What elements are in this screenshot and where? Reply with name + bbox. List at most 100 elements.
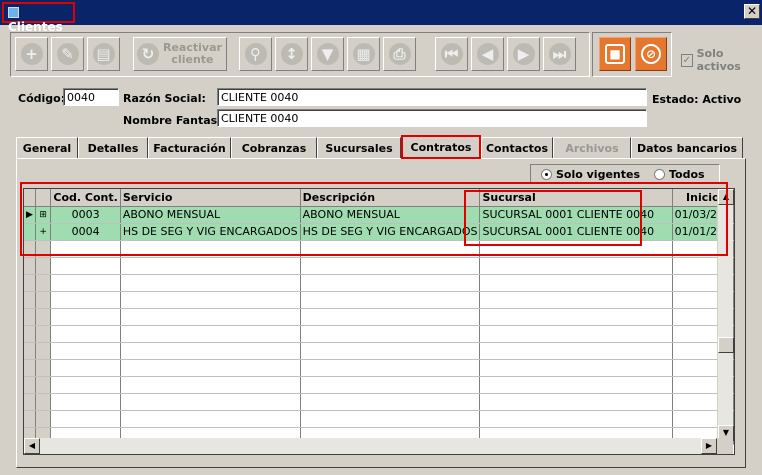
- tab-contratos[interactable]: Contratos: [401, 135, 481, 159]
- sort-button[interactable]: ↕: [275, 37, 308, 71]
- empty-row: [24, 359, 734, 377]
- scroll-up-icon[interactable]: ▲: [718, 189, 734, 205]
- nombre-fantasia-field[interactable]: CLIENTE 0040: [217, 109, 647, 127]
- col-sucursal[interactable]: Sucursal: [479, 189, 673, 207]
- empty-row: [24, 410, 734, 428]
- save-button[interactable]: ■: [599, 37, 631, 71]
- contratos-table: Cod. Cont. Servicio Descripción Sucursal…: [24, 189, 734, 445]
- contratos-grid[interactable]: Cod. Cont. Servicio Descripción Sucursal…: [23, 188, 735, 455]
- add-button[interactable]: +: [15, 37, 48, 71]
- empty-row: [24, 393, 734, 411]
- vigencia-filter: Solo vigentes Todos: [530, 164, 720, 184]
- tab-archivos: Archivos: [553, 137, 631, 159]
- cell-cod: 0004: [50, 223, 121, 241]
- pencil-icon: ✎: [56, 43, 79, 65]
- current-row-icon: ▶: [24, 206, 36, 224]
- solo-vigentes-radio[interactable]: Solo vigentes: [541, 168, 640, 181]
- empty-row: [24, 376, 734, 394]
- edit-button[interactable]: ✎: [51, 37, 84, 71]
- todos-radio[interactable]: Todos: [654, 168, 705, 181]
- empty-row: [24, 342, 734, 360]
- table-header-row: Cod. Cont. Servicio Descripción Sucursal…: [24, 189, 734, 207]
- expand-header: [35, 189, 52, 207]
- cancel-button[interactable]: ⊘: [635, 37, 667, 71]
- tab-general[interactable]: General: [16, 137, 78, 159]
- empty-row: [24, 325, 734, 343]
- toolbar: + ✎ ▤ ↻ Reactivar cliente ⚲ ↕ ▼ ▦ ⎙ ⏮ ◀ ▶…: [10, 32, 590, 77]
- col-cod-cont[interactable]: Cod. Cont.: [50, 189, 121, 207]
- report-button[interactable]: ▦: [347, 37, 380, 71]
- radio-unselected-icon: [654, 168, 666, 180]
- expand-icon[interactable]: ⊞: [35, 206, 52, 224]
- scroll-thumb[interactable]: [718, 337, 734, 353]
- codigo-field[interactable]: 0040: [63, 88, 119, 106]
- empty-row: [24, 291, 734, 309]
- razon-social-field[interactable]: CLIENTE 0040: [217, 88, 647, 106]
- tab-sucursales[interactable]: Sucursales: [317, 137, 401, 159]
- refresh-icon: ↻: [137, 43, 159, 65]
- tab-contactos[interactable]: Contactos: [481, 137, 553, 159]
- print-button[interactable]: ⎙: [383, 37, 416, 71]
- first-record-button[interactable]: ⏮: [435, 37, 468, 71]
- empty-row: [24, 274, 734, 292]
- cell-descripcion: ABONO MENSUAL: [300, 206, 481, 224]
- cell-servicio: HS DE SEG Y VIG ENCARGADOS: [120, 223, 301, 241]
- report-icon: ▦: [352, 43, 375, 65]
- solo-vigentes-label: Solo vigentes: [556, 167, 641, 181]
- save-icon: ■: [605, 44, 625, 64]
- window-title: Clientes: [2, 2, 75, 34]
- table-row[interactable]: ▶ ⊞ 0003 ABONO MENSUAL ABONO MENSUAL SUC…: [24, 206, 734, 224]
- first-icon: ⏮: [440, 43, 463, 65]
- table-row[interactable]: + 0004 HS DE SEG Y VIG ENCARGADOS HS DE …: [24, 223, 734, 241]
- vertical-scrollbar[interactable]: ▲ ▼: [717, 189, 734, 441]
- col-descripcion[interactable]: Descripción: [300, 189, 481, 207]
- horizontal-scrollbar[interactable]: ◀ ▶: [24, 438, 717, 454]
- last-record-button[interactable]: ⏭: [543, 37, 576, 71]
- row-indicator: [24, 223, 36, 241]
- title-bar: Clientes ✕: [0, 0, 762, 34]
- scroll-right-icon[interactable]: ▶: [701, 438, 717, 454]
- solo-activos-checkbox[interactable]: ✓ Solo activos: [681, 47, 762, 73]
- radio-selected-icon: [541, 168, 552, 180]
- scroll-left-icon[interactable]: ◀: [24, 438, 40, 454]
- close-button[interactable]: ✕: [744, 4, 760, 19]
- last-icon: ⏭: [548, 43, 571, 65]
- cancel-icon: ⊘: [641, 44, 661, 64]
- scroll-corner: [717, 438, 733, 454]
- next-icon: ▶: [512, 43, 535, 65]
- estado-label: Estado: Activo: [652, 93, 742, 106]
- prev-record-button[interactable]: ◀: [471, 37, 504, 71]
- todos-label: Todos: [669, 167, 705, 181]
- plus-icon: +: [20, 43, 43, 65]
- magnifier-icon: ⚲: [244, 43, 267, 65]
- document-icon: ▤: [92, 43, 115, 65]
- razon-social-label: Razón Social:: [123, 92, 206, 105]
- action-toolbar: ■ ⊘: [592, 32, 672, 77]
- printer-icon: ⎙: [388, 43, 411, 65]
- cell-cod: 0003: [50, 206, 121, 224]
- search-button[interactable]: ⚲: [239, 37, 272, 71]
- tab-strip: General Detalles Facturación Cobranzas S…: [16, 135, 746, 159]
- sort-az-icon: ↕: [280, 43, 303, 65]
- app-icon: [8, 7, 19, 18]
- empty-row: [24, 240, 734, 258]
- checkbox-checked-icon: ✓: [681, 53, 693, 67]
- cliente-label: cliente: [171, 53, 214, 66]
- cell-sucursal: SUCURSAL 0001 CLIENTE 0040: [479, 206, 673, 224]
- delete-button[interactable]: ▤: [87, 37, 120, 71]
- tab-datos-bancarios[interactable]: Datos bancarios: [631, 137, 743, 159]
- tab-cobranzas[interactable]: Cobranzas: [231, 137, 317, 159]
- filter-button[interactable]: ▼: [311, 37, 344, 71]
- tab-facturacion[interactable]: Facturación: [148, 137, 231, 159]
- tab-detalles[interactable]: Detalles: [78, 137, 148, 159]
- reactivar-cliente-button[interactable]: ↻ Reactivar cliente: [133, 37, 227, 71]
- solo-activos-label: Solo activos: [696, 47, 741, 73]
- cell-sucursal: SUCURSAL 0001 CLIENTE 0040: [479, 223, 673, 241]
- next-record-button[interactable]: ▶: [507, 37, 540, 71]
- col-servicio[interactable]: Servicio: [120, 189, 301, 207]
- empty-row: [24, 308, 734, 326]
- empty-row: [24, 257, 734, 275]
- expand-icon[interactable]: +: [35, 223, 52, 241]
- funnel-icon: ▼: [316, 43, 339, 65]
- prev-icon: ◀: [476, 43, 499, 65]
